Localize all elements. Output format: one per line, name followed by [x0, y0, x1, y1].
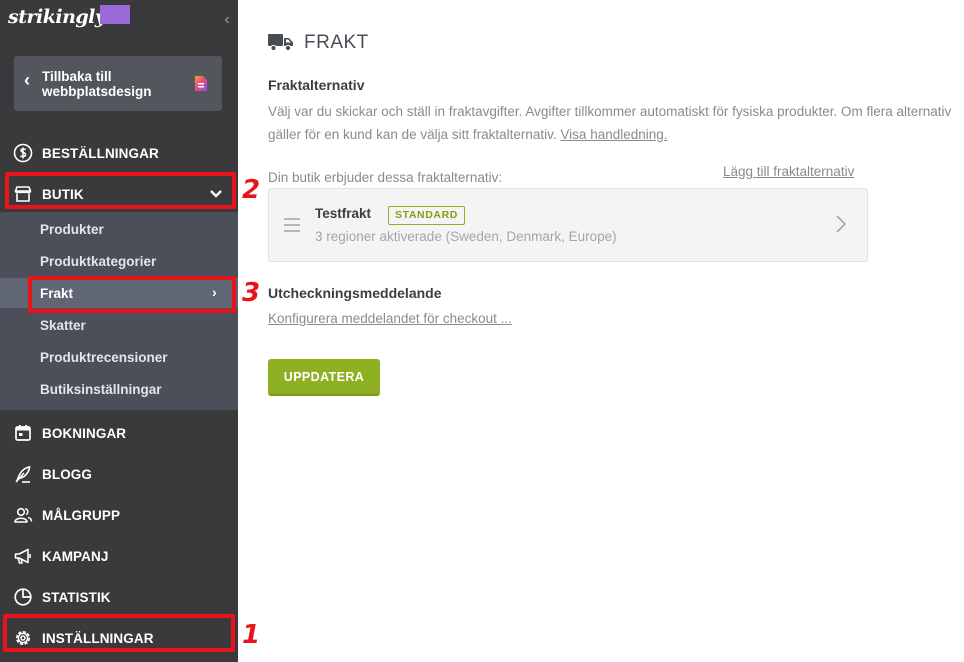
submenu-item-products[interactable]: Produkter: [0, 214, 238, 244]
nav-audience[interactable]: MÅLGRUPP: [0, 497, 238, 533]
nav-stats[interactable]: STATISTIK: [0, 579, 238, 615]
checkout-message-title: Utcheckningsmeddelande: [268, 285, 442, 301]
highlight-box-settings: [3, 614, 235, 652]
submenu-item-label: Skatter: [40, 318, 86, 333]
submenu-item-label: Produkter: [40, 222, 104, 237]
feather-pen-icon: [15, 466, 31, 483]
back-to-site-design-button[interactable]: ‹ Tillbaka till webbplatsdesign: [14, 56, 222, 111]
nav-campaign[interactable]: KAMPANJ: [0, 538, 238, 574]
drag-handle-icon[interactable]: [284, 218, 300, 232]
shipping-option-name: Testfrakt: [315, 206, 372, 221]
configure-checkout-message-link[interactable]: Konfigurera meddelandet för checkout ...: [268, 311, 512, 326]
back-button-label: Tillbaka till webbplatsdesign: [42, 69, 152, 99]
nav-audience-label: MÅLGRUPP: [42, 508, 121, 523]
megaphone-icon: [14, 548, 31, 564]
shipping-option-card[interactable]: Testfrakt STANDARD 3 regioner aktiverade…: [268, 188, 868, 262]
highlight-box-shipping: [28, 276, 236, 313]
logo-row: strikingly ‹: [0, 0, 238, 40]
shipping-option-regions: 3 regioner aktiverade (Sweden, Denmark, …: [315, 229, 617, 244]
submenu-item-label: Produktkategorier: [40, 254, 157, 269]
nav-orders-label: BESTÄLLNINGAR: [42, 146, 159, 161]
update-button[interactable]: UPPDATERA: [268, 359, 380, 396]
logo-badge: [100, 5, 130, 24]
collapse-sidebar-icon[interactable]: ‹: [220, 10, 234, 30]
chevron-left-icon: ‹: [24, 70, 30, 90]
dollar-circle-icon: [13, 143, 33, 163]
submenu-item-categories[interactable]: Produktkategorier: [0, 246, 238, 276]
truck-icon: [268, 34, 293, 52]
page-title: FRAKT: [304, 32, 369, 53]
chevron-right-icon: [836, 215, 847, 233]
nav-campaign-label: KAMPANJ: [42, 549, 109, 564]
strikingly-logo[interactable]: strikingly: [8, 6, 106, 28]
main-content: FRAKT Fraktalternativ Välj var du skicka…: [238, 0, 964, 662]
nav-bookings[interactable]: BOKNINGAR: [0, 415, 238, 451]
nav-blog-label: BLOGG: [42, 467, 92, 482]
shipping-options-description: Välj var du skickar och ställ in fraktav…: [268, 100, 964, 146]
nav-blog[interactable]: BLOGG: [0, 456, 238, 492]
users-icon: [14, 507, 33, 523]
calendar-icon: [15, 425, 31, 441]
sidebar: strikingly ‹ ‹ Tillbaka till webbplatsde…: [0, 0, 238, 662]
page-design-icon: [195, 76, 207, 91]
submenu-item-reviews[interactable]: Produktrecensioner: [0, 342, 238, 372]
nav-stats-label: STATISTIK: [42, 590, 111, 605]
nav-bookings-label: BOKNINGAR: [42, 426, 127, 441]
add-shipping-option-link[interactable]: Lägg till fraktalternativ: [723, 164, 854, 179]
offered-options-label: Din butik erbjuder dessa fraktalternativ…: [268, 170, 503, 185]
nav-orders[interactable]: BESTÄLLNINGAR: [0, 135, 238, 171]
submenu-item-label: Produktrecensioner: [40, 350, 168, 365]
submenu-item-taxes[interactable]: Skatter: [0, 310, 238, 340]
submenu-item-store-settings[interactable]: Butiksinställningar: [0, 374, 238, 404]
shipping-options-title: Fraktalternativ: [268, 77, 365, 93]
submenu-item-label: Butiksinställningar: [40, 382, 162, 397]
view-guide-link[interactable]: Visa handledning.: [560, 127, 667, 142]
standard-badge: STANDARD: [388, 206, 465, 225]
highlight-box-store: [5, 172, 236, 209]
pie-chart-icon: [14, 588, 32, 606]
